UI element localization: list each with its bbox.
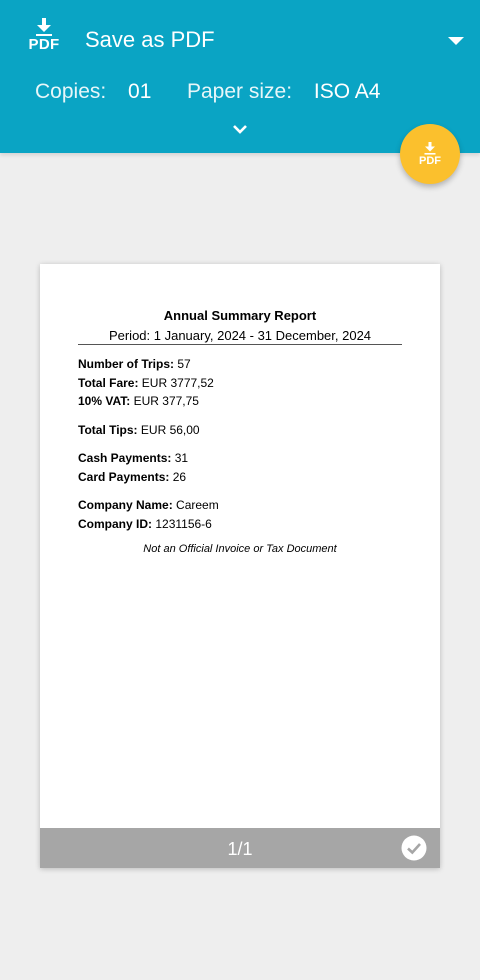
cash-line: Cash Payments: 31 (78, 451, 189, 465)
payments-group: Cash Payments: 31 Card Payments: 26 (78, 449, 402, 486)
copies-option[interactable]: Copies: 01 (35, 80, 151, 104)
fare-line: Total Fare: EUR 3777,52 (78, 375, 214, 390)
expand-options-chevron-icon[interactable] (228, 122, 252, 138)
disclaimer-note: Not an Official Invoice or Tax Document (143, 543, 337, 555)
destination-select[interactable]: Save as PDF (85, 27, 215, 53)
print-options-header: PDF Save as PDF Copies: 01 Paper size: I… (0, 0, 480, 153)
download-icon (424, 141, 436, 155)
tips-line: Total Tips: EUR 56,00 (78, 422, 200, 437)
copies-value[interactable]: 01 (128, 80, 151, 103)
page-select-check-icon[interactable] (401, 835, 427, 861)
document-content: Annual Summary Report Period: 1 January,… (78, 308, 402, 555)
pdf-download-icon: PDF (26, 18, 62, 60)
chevron-down-icon[interactable] (444, 32, 468, 50)
paper-size-label: Paper size: (187, 80, 293, 103)
print-preview-page[interactable]: Annual Summary Report Period: 1 January,… (40, 264, 440, 868)
company-group: Company Name: Careem Company ID: 1231156… (78, 496, 402, 533)
document-period: Period: 1 January, 2024 - 31 December, 2… (78, 328, 402, 345)
fab-pdf-text: PDF (419, 154, 441, 167)
download-pdf-button[interactable]: PDF (400, 124, 460, 184)
company-id-line: Company ID: 1231156-6 (78, 516, 212, 531)
paper-size-option[interactable]: Paper size: ISO A4 (187, 80, 380, 104)
copies-label: Copies: (35, 80, 107, 103)
vat-line: 10% VAT: EUR 377,75 (78, 394, 199, 408)
trips-fare-group: Number of Trips: 57 Total Fare: EUR 3777… (78, 355, 402, 411)
page-footer: 1/1 (40, 828, 440, 868)
page-indicator: 1/1 (227, 839, 253, 859)
paper-size-value[interactable]: ISO A4 (314, 80, 381, 103)
pdf-logo-text: PDF (28, 36, 60, 53)
card-line: Card Payments: 26 (78, 469, 187, 484)
document-title: Annual Summary Report (163, 308, 317, 323)
trips-line: Number of Trips: 57 (78, 357, 191, 371)
company-name-line: Company Name: Careem (78, 498, 219, 512)
tips-group: Total Tips: EUR 56,00 (78, 421, 402, 440)
